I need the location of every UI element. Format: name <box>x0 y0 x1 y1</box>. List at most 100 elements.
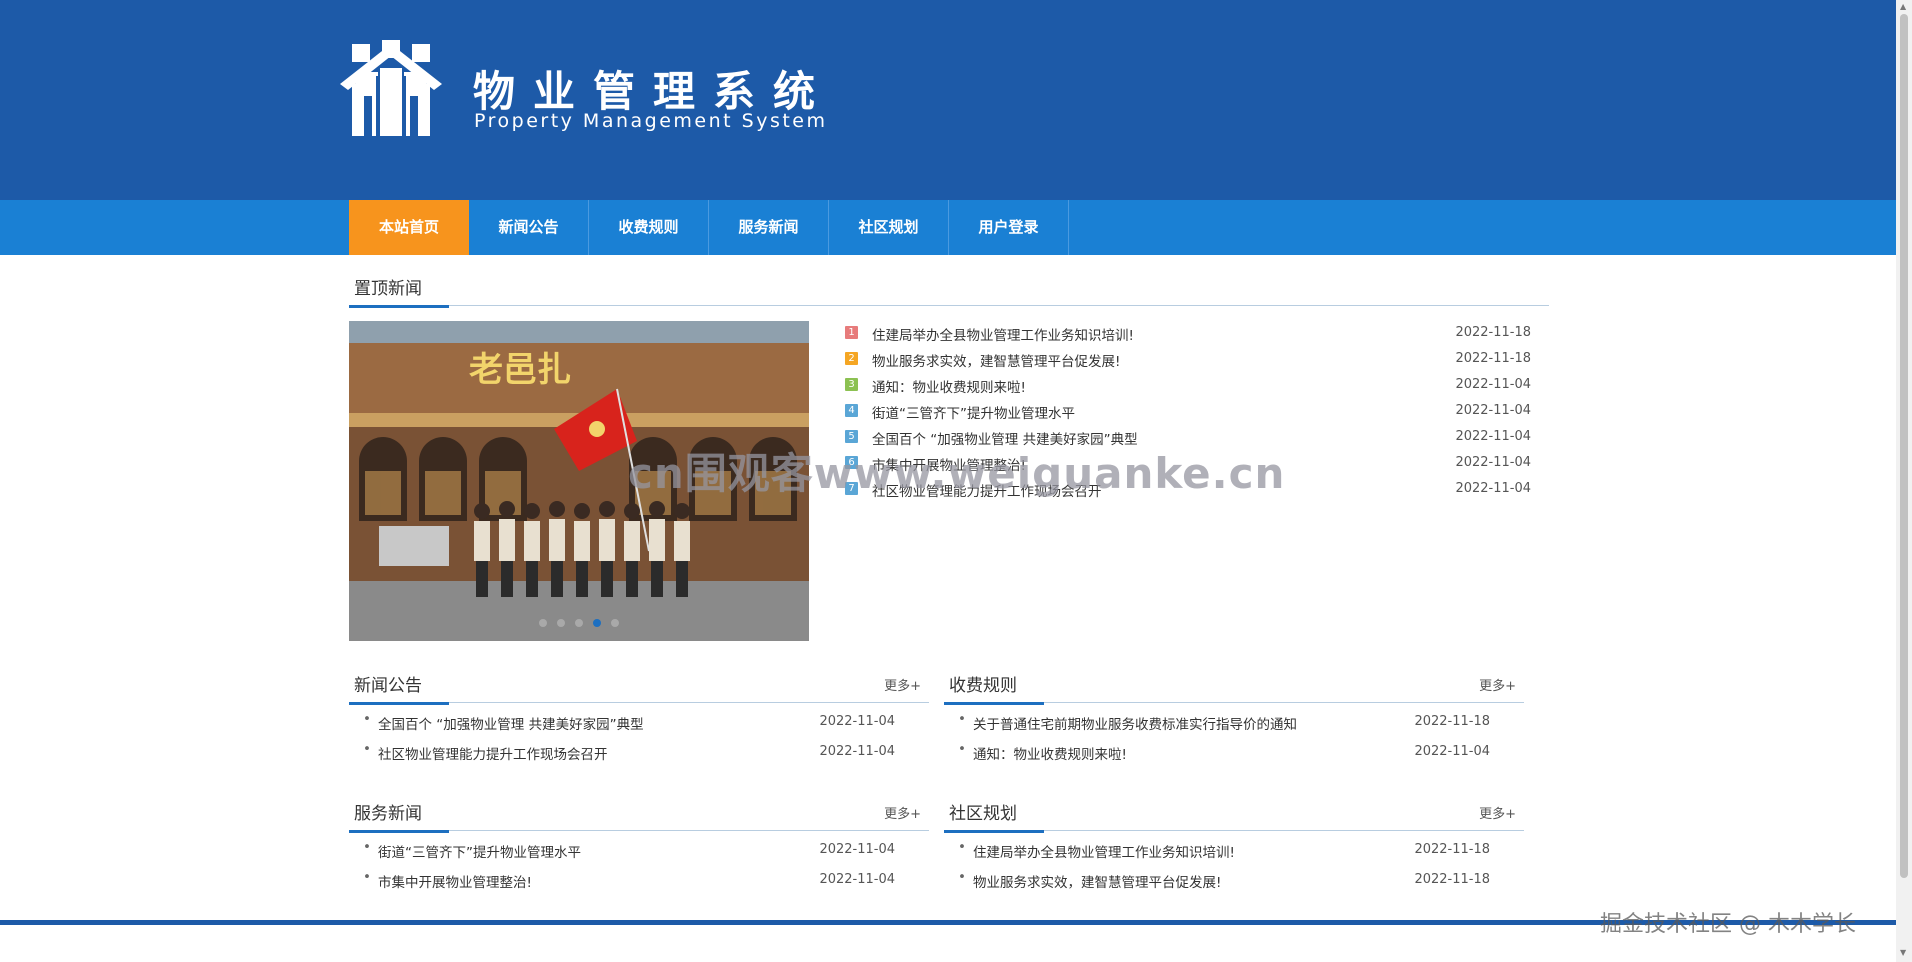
nav-item-community-planning[interactable]: 社区规划 <box>829 200 949 255</box>
item-title[interactable]: 物业服务求实效，建智慧管理平台促发展! <box>973 871 1221 891</box>
news-date: 2022-11-04 <box>1455 455 1531 470</box>
dot-bullet-icon: • <box>363 839 371 855</box>
item-title[interactable]: 全国百个 “加强物业管理 共建美好家园”典型 <box>378 713 644 733</box>
nav-item-home[interactable]: 本站首页 <box>349 200 469 255</box>
nav-items: 本站首页 新闻公告 收费规则 服务新闻 社区规划 用户登录 <box>349 200 1069 255</box>
vertical-scrollbar[interactable]: ▲ ▼ <box>1896 0 1912 962</box>
item-date: 2022-11-18 <box>1414 714 1490 729</box>
list-item[interactable]: • 社区物业管理能力提升工作现场会召开 2022-11-04 <box>349 738 895 768</box>
more-link[interactable]: 更多+ <box>1479 675 1516 694</box>
rank-badge: 2 <box>845 352 858 365</box>
carousel-dot[interactable] <box>611 619 619 627</box>
service-section-header: 服务新闻 更多+ <box>349 793 929 833</box>
section-underline <box>944 830 1044 833</box>
rank-badge: 1 <box>845 326 858 339</box>
watermark-text: cn围观客www.weiguanke.cn <box>628 449 1286 498</box>
more-link[interactable]: 更多+ <box>1479 803 1516 822</box>
section-title: 服务新闻 <box>354 804 422 824</box>
section-title: 新闻公告 <box>354 676 422 696</box>
list-item[interactable]: • 住建局举办全县物业管理工作业务知识培训! 2022-11-18 <box>944 836 1490 866</box>
item-date: 2022-11-04 <box>819 744 895 759</box>
nav-item-user-login[interactable]: 用户登录 <box>949 200 1069 255</box>
list-item[interactable]: 2 物业服务求实效，建智慧管理平台促发展! 2022-11-18 <box>845 348 1531 374</box>
section-underline <box>349 305 449 308</box>
list-item[interactable]: 3 通知：物业收费规则来啦! 2022-11-04 <box>845 374 1531 400</box>
carousel-dot[interactable] <box>575 619 583 627</box>
dot-bullet-icon: • <box>958 869 966 885</box>
section-underline <box>349 830 449 833</box>
dot-bullet-icon: • <box>363 711 371 727</box>
item-title[interactable]: 街道“三管齐下”提升物业管理水平 <box>378 841 581 861</box>
news-date: 2022-11-04 <box>1455 377 1531 392</box>
list-item[interactable]: • 通知：物业收费规则来啦! 2022-11-04 <box>944 738 1490 768</box>
news-date: 2022-11-04 <box>1455 403 1531 418</box>
list-item[interactable]: • 物业服务求实效，建智慧管理平台促发展! 2022-11-18 <box>944 866 1490 896</box>
section-underline <box>349 702 449 705</box>
item-title[interactable]: 市集中开展物业管理整治! <box>378 871 532 891</box>
more-link[interactable]: 更多+ <box>884 803 921 822</box>
main-nav: 本站首页 新闻公告 收费规则 服务新闻 社区规划 用户登录 <box>0 200 1896 255</box>
news-title[interactable]: 物业服务求实效，建智慧管理平台促发展! <box>872 350 1120 370</box>
service-list: • 街道“三管齐下”提升物业管理水平 2022-11-04 • 市集中开展物业管… <box>349 836 895 896</box>
item-title[interactable]: 关于普通住宅前期物业服务收费标准实行指导价的通知 <box>973 713 1297 733</box>
item-title[interactable]: 社区物业管理能力提升工作现场会召开 <box>378 743 608 763</box>
scroll-up-arrow-icon[interactable]: ▲ <box>1900 2 1906 11</box>
fees-section-header: 收费规则 更多+ <box>944 665 1524 705</box>
item-date: 2022-11-04 <box>819 714 895 729</box>
news-list: • 全国百个 “加强物业管理 共建美好家园”典型 2022-11-04 • 社区… <box>349 708 895 768</box>
dot-bullet-icon: • <box>363 869 371 885</box>
credit-watermark: 掘金技术社区 @ 木木学长 <box>1600 912 1856 937</box>
section-title: 社区规划 <box>949 804 1017 824</box>
news-date: 2022-11-18 <box>1455 325 1531 340</box>
carousel-dot[interactable] <box>557 619 565 627</box>
item-date: 2022-11-04 <box>1414 744 1490 759</box>
rank-badge: 3 <box>845 378 858 391</box>
dot-bullet-icon: • <box>958 711 966 727</box>
fees-list: • 关于普通住宅前期物业服务收费标准实行指导价的通知 2022-11-18 • … <box>944 708 1490 768</box>
news-title[interactable]: 通知：物业收费规则来啦! <box>872 376 1026 396</box>
svg-text:老邑扎: 老邑扎 <box>469 350 571 390</box>
site-header: 物业管理系统 Property Management System <box>0 0 1896 200</box>
scroll-down-arrow-icon[interactable]: ▼ <box>1900 948 1906 957</box>
house-people-logo-icon <box>340 40 442 136</box>
list-item[interactable]: 4 街道“三管齐下”提升物业管理水平 2022-11-04 <box>845 400 1531 426</box>
nav-item-fees[interactable]: 收费规则 <box>589 200 709 255</box>
dot-bullet-icon: • <box>958 741 966 757</box>
planning-list: • 住建局举办全县物业管理工作业务知识培训! 2022-11-18 • 物业服务… <box>944 836 1490 896</box>
news-title[interactable]: 街道“三管齐下”提升物业管理水平 <box>872 402 1075 422</box>
more-link[interactable]: 更多+ <box>884 675 921 694</box>
section-underline <box>944 702 1044 705</box>
list-item[interactable]: 1 住建局举办全县物业管理工作业务知识培训! 2022-11-18 <box>845 322 1531 348</box>
news-title[interactable]: 住建局举办全县物业管理工作业务知识培训! <box>872 324 1134 344</box>
section-title: 收费规则 <box>949 676 1017 696</box>
planning-section-header: 社区规划 更多+ <box>944 793 1524 833</box>
site-subtitle: Property Management System <box>474 110 828 132</box>
news-date: 2022-11-04 <box>1455 429 1531 444</box>
carousel-dot-active[interactable] <box>593 619 601 627</box>
list-item[interactable]: • 市集中开展物业管理整治! 2022-11-04 <box>349 866 895 896</box>
carousel-dot[interactable] <box>539 619 547 627</box>
list-item[interactable]: • 关于普通住宅前期物业服务收费标准实行指导价的通知 2022-11-18 <box>944 708 1490 738</box>
dot-bullet-icon: • <box>958 839 966 855</box>
news-date: 2022-11-18 <box>1455 351 1531 366</box>
top-news-header: 置顶新闻 <box>349 268 1549 308</box>
scroll-thumb[interactable] <box>1900 14 1908 878</box>
item-date: 2022-11-04 <box>819 842 895 857</box>
news-section-header: 新闻公告 更多+ <box>349 665 929 705</box>
item-title[interactable]: 通知：物业收费规则来啦! <box>973 743 1127 763</box>
item-title[interactable]: 住建局举办全县物业管理工作业务知识培训! <box>973 841 1235 861</box>
item-date: 2022-11-18 <box>1414 872 1490 887</box>
list-item[interactable]: • 街道“三管齐下”提升物业管理水平 2022-11-04 <box>349 836 895 866</box>
list-item[interactable]: • 全国百个 “加强物业管理 共建美好家园”典型 2022-11-04 <box>349 708 895 738</box>
rank-badge: 4 <box>845 404 858 417</box>
item-date: 2022-11-04 <box>819 872 895 887</box>
top-news-title: 置顶新闻 <box>354 279 422 299</box>
item-date: 2022-11-18 <box>1414 842 1490 857</box>
nav-item-service-news[interactable]: 服务新闻 <box>709 200 829 255</box>
dot-bullet-icon: • <box>363 741 371 757</box>
news-date: 2022-11-04 <box>1455 481 1531 496</box>
page: 物业管理系统 Property Management System 本站首页 新… <box>0 0 1912 962</box>
carousel-dots <box>349 619 809 627</box>
site-logo[interactable]: 物业管理系统 Property Management System <box>338 40 838 140</box>
nav-item-news[interactable]: 新闻公告 <box>469 200 589 255</box>
